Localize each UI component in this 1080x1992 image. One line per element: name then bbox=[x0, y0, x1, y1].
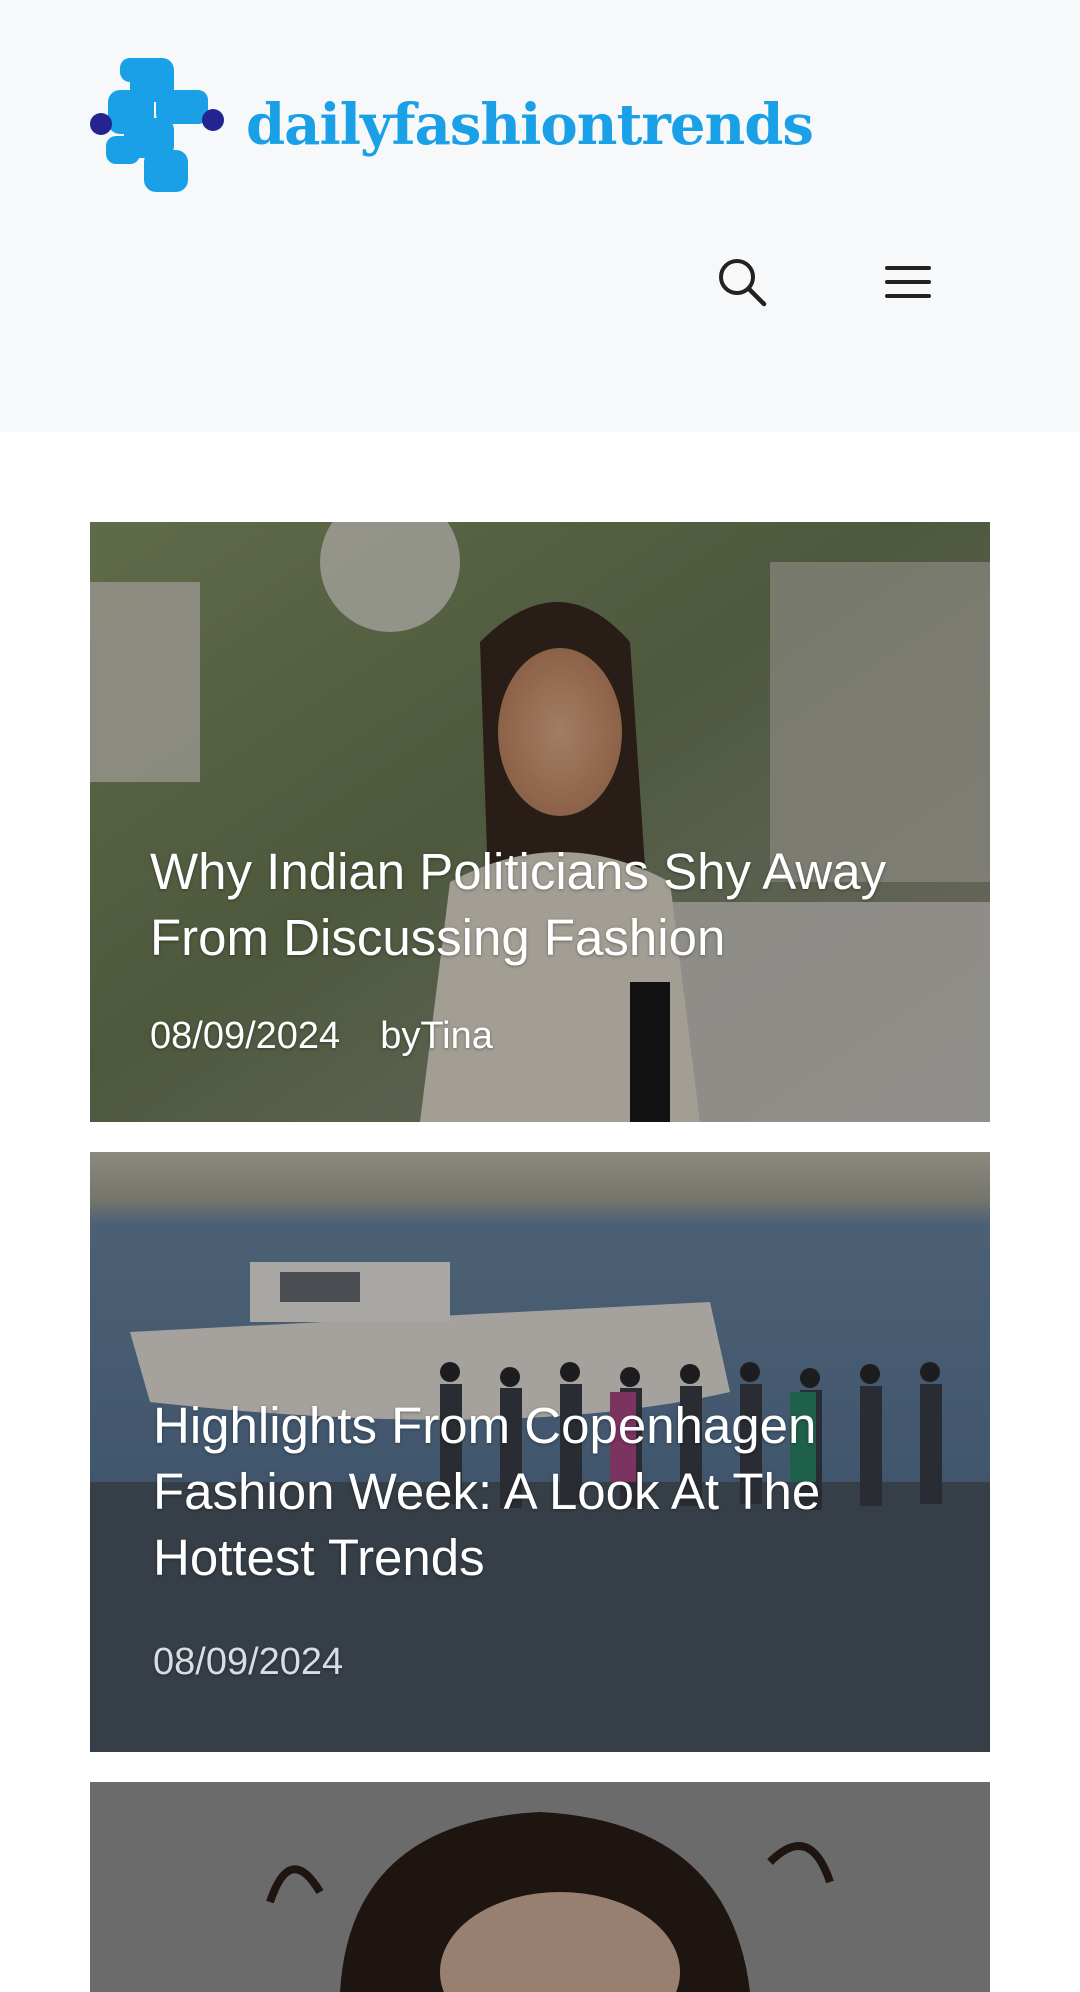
post-date: 08/09/2024 bbox=[153, 1641, 344, 1683]
post-title[interactable]: Highlights From Copenhagen Fashion Week:… bbox=[153, 1393, 940, 1591]
post-card[interactable]: Why Indian Politicians Shy Away From Dis… bbox=[90, 522, 990, 1122]
post-meta: 08/09/2024 byTina bbox=[150, 1015, 940, 1058]
search-icon bbox=[719, 259, 767, 307]
menu-button[interactable] bbox=[872, 246, 944, 318]
post-caption: Highlights From Copenhagen Fashion Week:… bbox=[153, 1393, 940, 1684]
site-header: dailyfashiontrends bbox=[0, 0, 1080, 432]
site-logo[interactable]: dailyfashiontrends bbox=[90, 58, 814, 192]
post-caption: Why Indian Politicians Shy Away From Dis… bbox=[150, 839, 940, 1058]
post-author[interactable]: byTina bbox=[380, 1015, 493, 1058]
post-list: Why Indian Politicians Shy Away From Dis… bbox=[90, 522, 990, 1992]
logo-mark-icon bbox=[90, 58, 224, 192]
post-meta: 08/09/2024 bbox=[153, 1641, 940, 1684]
post-card[interactable]: Highlights From Copenhagen Fashion Week:… bbox=[90, 1152, 990, 1752]
post-card[interactable] bbox=[90, 1782, 990, 1992]
search-button[interactable] bbox=[706, 246, 778, 318]
hamburger-menu-icon bbox=[885, 266, 931, 298]
post-title[interactable]: Why Indian Politicians Shy Away From Dis… bbox=[150, 839, 940, 971]
logo-wordmark: dailyfashiontrends bbox=[246, 92, 814, 158]
image-overlay bbox=[90, 1782, 990, 1992]
post-date: 08/09/2024 bbox=[150, 1015, 341, 1057]
